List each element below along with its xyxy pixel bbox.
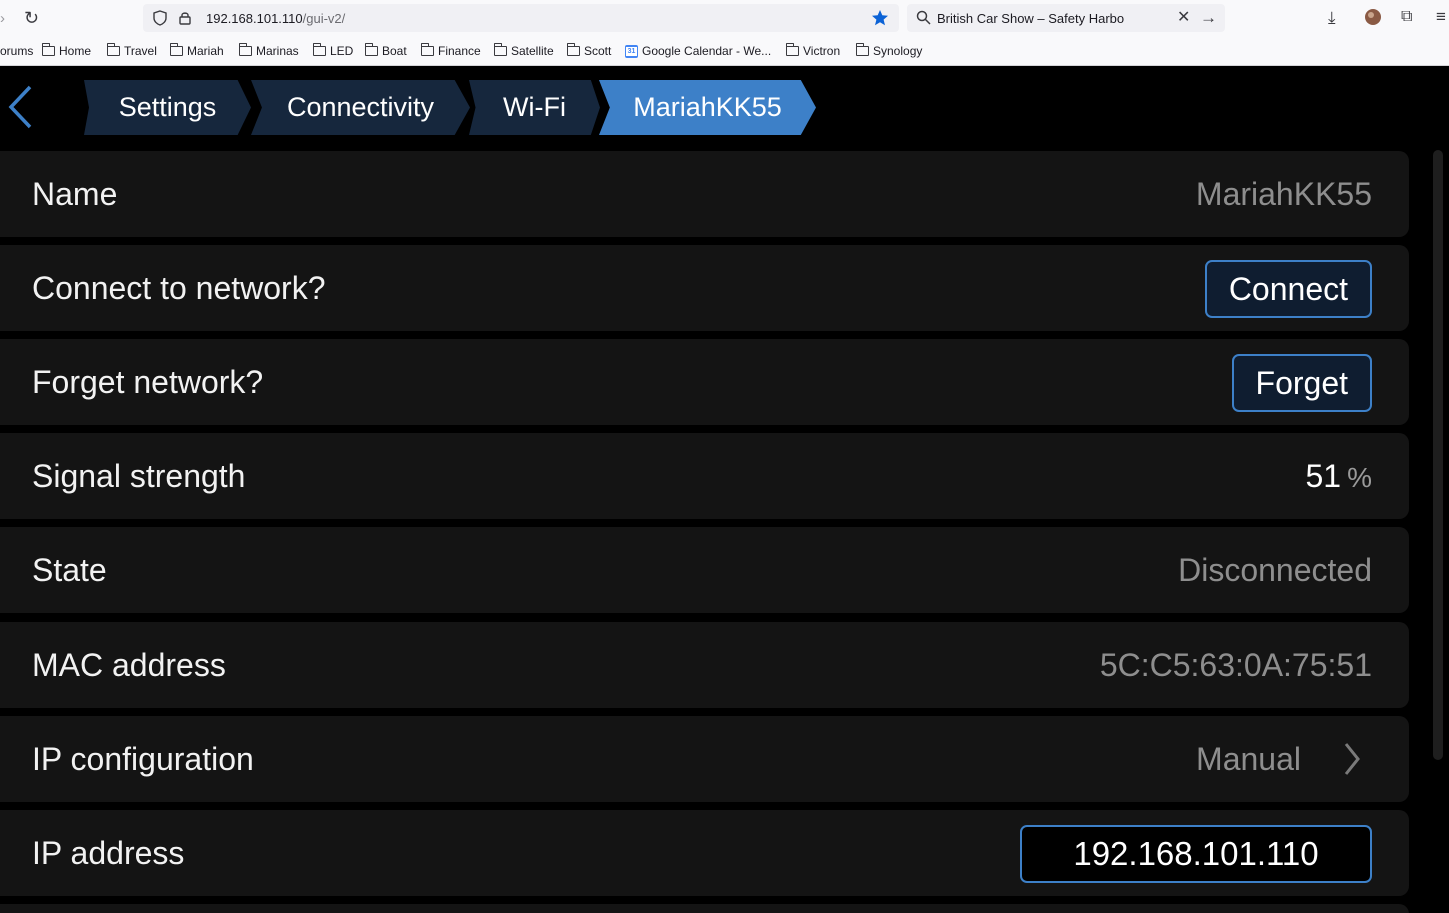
forward-arrow-icon[interactable]: › (0, 11, 5, 26)
row-signal-strength: Signal strength 51% (0, 433, 1409, 519)
row-mac-address: MAC address 5C:C5:63:0A:75:51 (0, 622, 1409, 708)
folder-icon (421, 43, 434, 56)
row-connect: Connect to network? Connect (0, 245, 1409, 331)
breadcrumb-settings[interactable]: Settings (84, 80, 251, 135)
state-label: State (32, 552, 107, 588)
folder-icon (313, 43, 326, 56)
menu-icon[interactable]: ≡ (1436, 8, 1446, 25)
breadcrumb-mariahkk55[interactable]: MariahKK55 (599, 80, 816, 135)
row-forget: Forget network? Forget (0, 339, 1409, 425)
breadcrumb-connectivity[interactable]: Connectivity (251, 80, 470, 135)
scrollbar[interactable] (1433, 150, 1443, 760)
folder-icon (494, 43, 507, 56)
bookmark-label: Mariah (187, 44, 224, 58)
extensions-icon[interactable]: ⧉ (1401, 9, 1412, 25)
signal-number: 51 (1305, 458, 1342, 494)
url-host: 192.168.101.110 (206, 11, 303, 26)
bookmark-label: orums (0, 44, 34, 58)
victron-gui-page: Settings Connectivity Wi-Fi MariahKK55 N… (0, 66, 1449, 913)
bookmark-victron[interactable]: Victron (786, 43, 841, 58)
connect-button[interactable]: Connect (1204, 260, 1372, 318)
folder-icon (239, 43, 252, 56)
search-text[interactable]: British Car Show – Safety Harbo (937, 11, 1124, 26)
signal-strength-label: Signal strength (32, 458, 246, 494)
signal-strength-value: 51% (1306, 433, 1373, 519)
connect-label: Connect to network? (32, 270, 326, 306)
bookmark-scott[interactable]: Scott (567, 43, 612, 58)
bookmark-star-icon[interactable] (871, 9, 889, 30)
bookmark-label: Boat (382, 44, 407, 58)
bookmark-synology[interactable]: Synology (856, 43, 923, 58)
calendar-icon (625, 44, 638, 58)
forget-label: Forget network? (32, 364, 264, 400)
browser-toolbar: › ↻ 192.168.101.110/gui-v2/ British Car … (0, 0, 1449, 38)
breadcrumb-label: Wi-Fi (503, 92, 566, 122)
bookmark-label: Scott (584, 44, 612, 58)
bookmark-travel[interactable]: Travel (107, 43, 157, 58)
bookmark-label: Travel (124, 44, 157, 58)
account-avatar[interactable] (1364, 8, 1382, 29)
mac-address-value: 5C:C5:63:0A:75:51 (1099, 647, 1372, 683)
url-text[interactable]: 192.168.101.110/gui-v2/ (206, 11, 345, 26)
bookmark-label: Google Calendar - We... (642, 44, 772, 58)
folder-icon (107, 43, 120, 56)
download-icon[interactable]: ⤓ (1328, 9, 1336, 26)
folder-icon (42, 43, 55, 56)
bookmark-marinas[interactable]: Marinas (239, 43, 299, 58)
ip-configuration-label: IP configuration (32, 741, 254, 777)
bookmark-home[interactable]: Home (42, 43, 92, 58)
bookmark-label: Finance (438, 44, 481, 58)
clear-search-icon[interactable]: ✕ (1177, 10, 1190, 26)
bookmark-boat[interactable]: Boat (365, 43, 407, 58)
state-value: Disconnected (1178, 552, 1372, 588)
bookmark-google-calendar[interactable]: Google Calendar - We... (625, 44, 771, 58)
back-arrow-icon[interactable] (6, 84, 36, 130)
bookmark-label: Home (59, 44, 92, 58)
bookmark-label: Satellite (511, 44, 554, 58)
shield-icon[interactable] (152, 10, 168, 29)
row-ip-configuration[interactable]: IP configuration Manual (0, 716, 1409, 802)
folder-icon (365, 43, 378, 56)
breadcrumb-wifi[interactable]: Wi-Fi (469, 80, 600, 135)
bookmark-label: Victron (803, 44, 841, 58)
name-label: Name (32, 176, 118, 212)
bookmark-mariah[interactable]: Mariah (170, 43, 224, 58)
address-bar[interactable]: 192.168.101.110/gui-v2/ (143, 4, 899, 32)
ip-address-field[interactable]: 192.168.101.110 (1020, 825, 1372, 883)
bookmark-label: Synology (873, 44, 923, 58)
row-name: Name MariahKK55 (0, 151, 1409, 237)
search-icon (916, 10, 931, 28)
forget-button[interactable]: Forget (1231, 354, 1372, 412)
chevron-right-icon[interactable] (1343, 742, 1361, 776)
bookmark-satellite[interactable]: Satellite (494, 43, 554, 58)
bookmark-finance[interactable]: Finance (421, 43, 481, 58)
mac-address-label: MAC address (32, 647, 226, 683)
ip-address-label: IP address (32, 835, 185, 871)
lock-icon[interactable] (177, 10, 193, 29)
breadcrumb-label: MariahKK55 (633, 92, 782, 122)
bookmark-forums[interactable]: orums (0, 44, 33, 58)
bookmark-label: LED (330, 44, 354, 58)
folder-icon (567, 43, 580, 56)
signal-unit: % (1347, 462, 1372, 493)
row-next-partial (0, 904, 1409, 913)
folder-icon (786, 43, 799, 56)
breadcrumb-label: Settings (118, 92, 217, 122)
bookmark-label: Marinas (256, 44, 299, 58)
url-path: /gui-v2/ (302, 11, 346, 26)
reload-icon[interactable]: ↻ (24, 9, 39, 27)
name-value: MariahKK55 (1195, 176, 1372, 212)
ip-configuration-value: Manual (1196, 741, 1301, 777)
go-arrow-icon[interactable]: → (1200, 9, 1217, 26)
row-state: State Disconnected (0, 527, 1409, 613)
search-bar[interactable]: British Car Show – Safety Harbo ✕ → (907, 4, 1225, 32)
bookmark-led[interactable]: LED (313, 43, 354, 58)
folder-icon (856, 43, 869, 56)
row-ip-address: IP address 192.168.101.110 (0, 810, 1409, 896)
folder-icon (170, 43, 183, 56)
breadcrumb-label: Connectivity (286, 92, 435, 122)
